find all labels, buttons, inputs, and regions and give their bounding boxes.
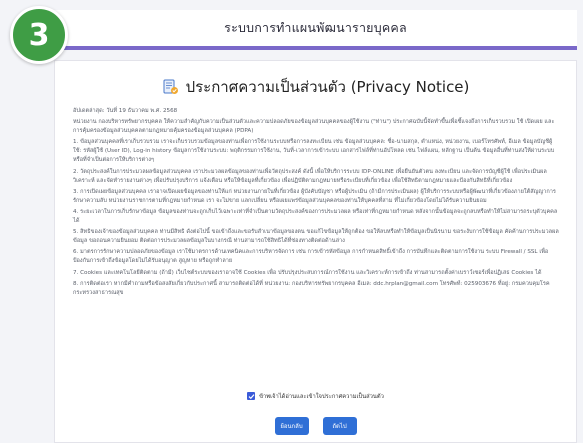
next-button[interactable]: ถัดไป: [322, 417, 357, 435]
notice-intro: หน่วยงาน กองบริหารทรัพยากรบุคคล ให้ความส…: [73, 119, 555, 135]
notice-section-4: 4. ระยะเวลาในการเก็บรักษาข้อมูล ข้อมูลขอ…: [73, 208, 558, 225]
notice-section-7: 7. Cookies และเทคโนโลยีติดตาม (ถ้ามี) เว…: [73, 269, 542, 276]
document-check-icon: [162, 78, 180, 96]
notice-section-1: 1. ข้อมูลส่วนบุคคลที่เราเก็บรวบรวม เราจะ…: [73, 139, 555, 164]
notice-section-2: 2. วัตถุประสงค์ในการประมวลผลข้อมูลส่วนบุ…: [73, 168, 547, 184]
app-title: ระบบการทำแผนพัฒนารายบุคคล: [224, 20, 407, 35]
notice-section-3: 3. การเปิดเผยข้อมูลส่วนบุคคล เราอาจเปิดเ…: [73, 188, 556, 204]
consent-label[interactable]: ข้าพเจ้าได้อ่านและเข้าใจประกาศความเป็นส่…: [259, 391, 384, 401]
notice-title-row: ประกาศความเป็นส่วนตัว (Privacy Notice): [55, 75, 576, 99]
button-row: ย้อนกลับ ถัดไป: [55, 417, 576, 435]
notice-section-5: 5. สิทธิของเจ้าของข้อมูลส่วนบุคคล ท่านมี…: [73, 229, 559, 245]
notice-section-8: 8. การติดต่อเรา หากมีคำถามหรือข้อสงสัยเก…: [73, 280, 550, 296]
updated-date: อัปเดตล่าสุด: วันที่ 19 ธันวาคม พ.ศ. 256…: [73, 108, 178, 114]
step-number: 3: [28, 17, 50, 53]
checkmark-icon: [248, 393, 255, 399]
notice-title: ประกาศความเป็นส่วนตัว (Privacy Notice): [185, 78, 470, 96]
consent-checkbox[interactable]: [247, 392, 256, 400]
consent-row[interactable]: ข้าพเจ้าได้อ่านและเข้าใจประกาศความเป็นส่…: [55, 391, 576, 401]
step-number-badge: 3: [10, 6, 68, 64]
back-button[interactable]: ย้อนกลับ: [274, 417, 309, 435]
notice-body: อัปเดตล่าสุด: วันที่ 19 ธันวาคม พ.ศ. 256…: [73, 107, 559, 298]
notice-section-6: 6. มาตรการรักษาความปลอดภัยของข้อมูล เราใ…: [73, 249, 549, 265]
app-header: ระบบการทำแผนพัฒนารายบุคคล: [54, 10, 577, 50]
privacy-notice-card: ประกาศความเป็นส่วนตัว (Privacy Notice) อ…: [54, 60, 577, 443]
